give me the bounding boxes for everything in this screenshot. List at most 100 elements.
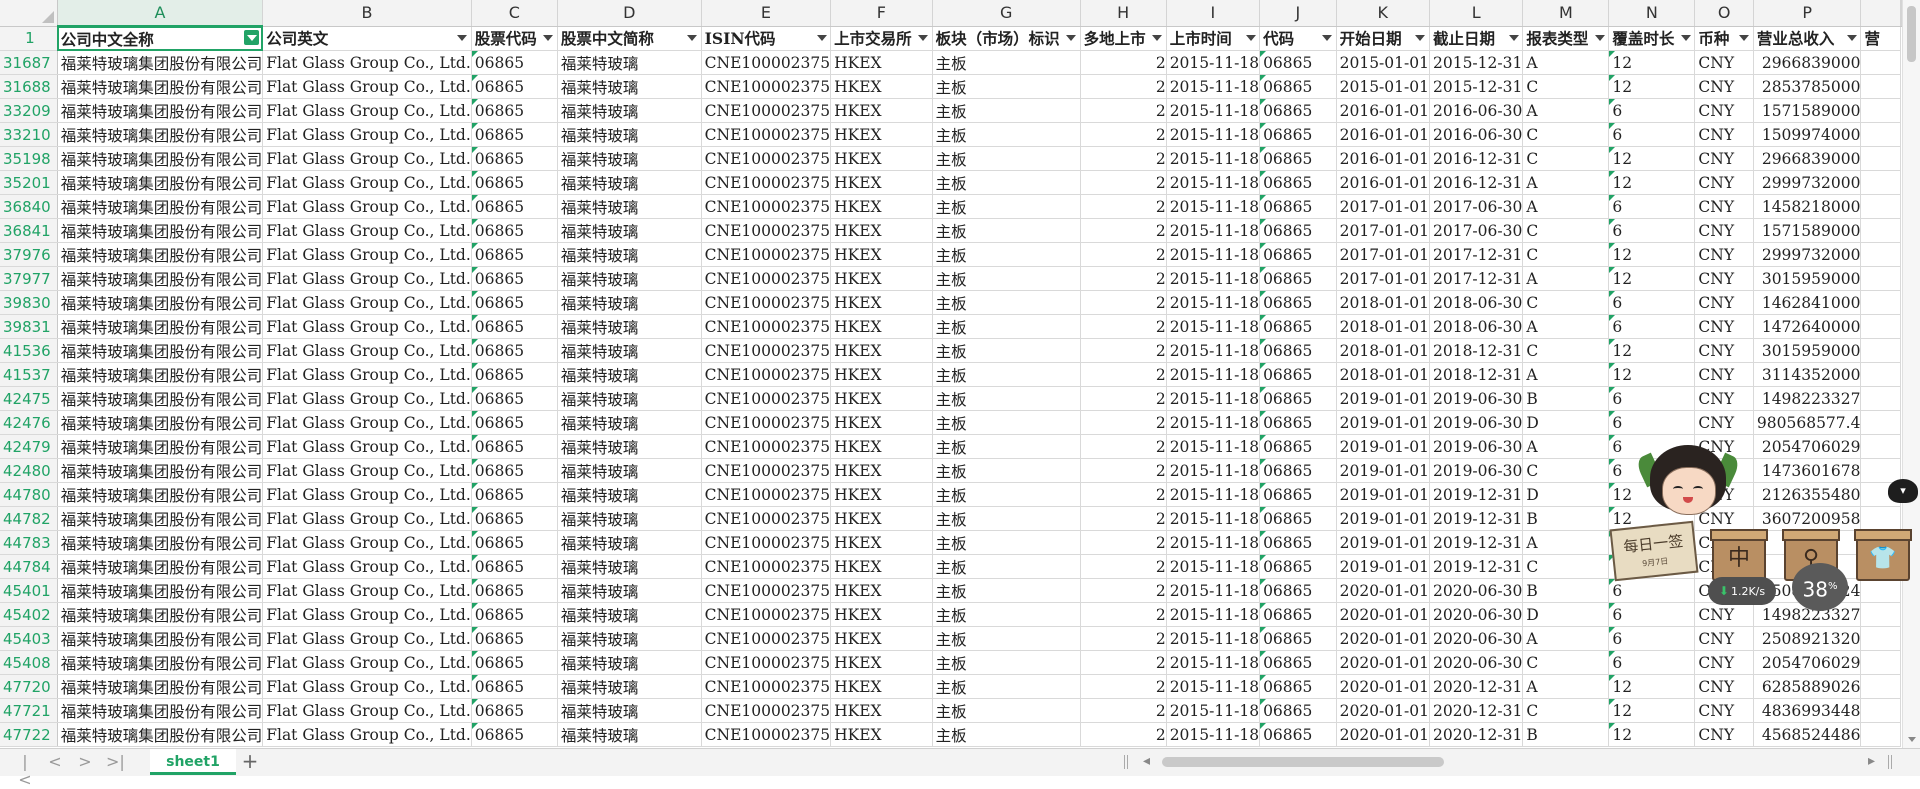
vertical-scrollbar[interactable] [1902,0,1920,748]
cell-end-date[interactable]: 2018-06-30 [1429,314,1524,339]
row-number[interactable]: 36841 [0,218,58,243]
cell-end-date[interactable]: 2020-12-31 [1429,722,1524,747]
cell-company-cn[interactable]: 福莱特玻璃集团股份有限公司 [57,698,264,723]
cell-exchange[interactable]: HKEX [830,242,933,267]
cell-board[interactable]: 主板 [932,506,1081,531]
header-cell[interactable]: 上市交易所 [830,26,933,51]
cell-listing-date[interactable]: 2015-11-18 [1166,530,1261,555]
cell-end-date[interactable]: 2020-06-30 [1429,578,1524,603]
row-number[interactable]: 42475 [0,386,58,411]
cell-start-date[interactable]: 2020-01-01 [1336,626,1430,651]
column-letter-b[interactable]: B [262,0,472,27]
cell-short-name[interactable]: 福莱特玻璃 [557,530,702,555]
cell-company-en[interactable]: Flat Glass Group Co., Ltd. [262,434,472,459]
cell-isin[interactable]: CNE100002375 [701,650,832,675]
cell-coverage[interactable]: 6 [1608,650,1696,675]
cell-exchange[interactable]: HKEX [830,314,933,339]
cell-code[interactable]: 06865 [1259,458,1337,483]
cell-report-type[interactable]: A [1522,98,1610,123]
cell-currency[interactable]: CNY [1694,626,1754,651]
cell-multi-listing[interactable]: 2 [1080,410,1167,435]
cell-short-name[interactable]: 福莱特玻璃 [557,98,702,123]
cell-short-name[interactable]: 福莱特玻璃 [557,338,702,363]
cell-currency[interactable]: CNY [1694,194,1754,219]
cell-stock-code[interactable]: 06865 [471,530,558,555]
row-number[interactable]: 47720 [0,674,58,699]
column-letter-f[interactable]: F [830,0,933,27]
cell-company-cn[interactable]: 福莱特玻璃集团股份有限公司 [57,218,264,243]
header-cell[interactable]: 公司中文全称 [57,26,264,51]
cell-short-name[interactable]: 福莱特玻璃 [557,74,702,99]
cell-blank[interactable] [1860,242,1901,267]
cell-isin[interactable]: CNE100002375 [701,338,832,363]
cell-blank[interactable] [1860,386,1901,411]
row-number[interactable]: 47722 [0,722,58,747]
cell-stock-code[interactable]: 06865 [471,722,558,747]
cell-currency[interactable]: CNY [1694,338,1754,363]
cell-exchange[interactable]: HKEX [830,602,933,627]
cell-board[interactable]: 主板 [932,194,1081,219]
cell-revenue[interactable]: 2966839000 [1753,146,1862,171]
cell-code[interactable]: 06865 [1259,578,1337,603]
cell-company-en[interactable]: Flat Glass Group Co., Ltd. [262,266,472,291]
cell-blank[interactable] [1860,74,1901,99]
cell-listing-date[interactable]: 2015-11-18 [1166,362,1261,387]
cell-report-type[interactable]: A [1522,194,1610,219]
row-number[interactable]: 42480 [0,458,58,483]
scroll-right-icon[interactable]: ▸ [1868,753,1875,769]
cell-company-en[interactable]: Flat Glass Group Co., Ltd. [262,506,472,531]
row-number[interactable]: 33210 [0,122,58,147]
cell-report-type[interactable]: B [1522,578,1610,603]
cell-short-name[interactable]: 福莱特玻璃 [557,458,702,483]
cell-short-name[interactable]: 福莱特玻璃 [557,170,702,195]
cell-board[interactable]: 主板 [932,170,1081,195]
cell-start-date[interactable]: 2019-01-01 [1336,506,1430,531]
cell-code[interactable]: 06865 [1259,122,1337,147]
filter-dropdown-icon[interactable] [1152,33,1163,44]
cell-exchange[interactable]: HKEX [830,338,933,363]
split-handle-right-icon[interactable] [1888,755,1892,769]
cell-report-type[interactable]: C [1522,74,1610,99]
cell-code[interactable]: 06865 [1259,266,1337,291]
cell-coverage[interactable]: 6 [1608,218,1696,243]
cell-revenue[interactable]: 2999732000 [1753,242,1862,267]
cell-start-date[interactable]: 2019-01-01 [1336,554,1430,579]
cell-board[interactable]: 主板 [932,338,1081,363]
cell-short-name[interactable]: 福莱特玻璃 [557,242,702,267]
cell-company-cn[interactable]: 福莱特玻璃集团股份有限公司 [57,194,264,219]
cell-multi-listing[interactable]: 2 [1080,602,1167,627]
cell-blank[interactable] [1860,266,1901,291]
cell-company-en[interactable]: Flat Glass Group Co., Ltd. [262,650,472,675]
row-number[interactable]: 45408 [0,650,58,675]
filter-dropdown-icon[interactable] [457,33,468,44]
cell-isin[interactable]: CNE100002375 [701,722,832,747]
cell-isin[interactable]: CNE100002375 [701,554,832,579]
cell-listing-date[interactable]: 2015-11-18 [1166,242,1261,267]
cell-isin[interactable]: CNE100002375 [701,146,832,171]
cell-company-cn[interactable]: 福莱特玻璃集团股份有限公司 [57,146,264,171]
cell-multi-listing[interactable]: 2 [1080,458,1167,483]
cell-start-date[interactable]: 2017-01-01 [1336,242,1430,267]
cell-board[interactable]: 主板 [932,290,1081,315]
row-number[interactable]: 37976 [0,242,58,267]
cell-code[interactable]: 06865 [1259,698,1337,723]
cell-exchange[interactable]: HKEX [830,362,933,387]
header-cell[interactable]: 上市时间 [1166,26,1261,51]
cell-currency[interactable]: CNY [1694,362,1754,387]
cell-stock-code[interactable]: 06865 [471,674,558,699]
cell-start-date[interactable]: 2018-01-01 [1336,290,1430,315]
cell-blank[interactable] [1860,314,1901,339]
cell-company-cn[interactable]: 福莱特玻璃集团股份有限公司 [57,122,264,147]
row-number[interactable]: 44780 [0,482,58,507]
cell-code[interactable]: 06865 [1259,410,1337,435]
cell-short-name[interactable]: 福莱特玻璃 [557,266,702,291]
cell-board[interactable]: 主板 [932,626,1081,651]
cell-blank[interactable] [1860,50,1901,75]
cell-stock-code[interactable]: 06865 [471,410,558,435]
cell-revenue[interactable]: 1458218000 [1753,194,1862,219]
cell-isin[interactable]: CNE100002375 [701,674,832,699]
cell-start-date[interactable]: 2020-01-01 [1336,650,1430,675]
cell-start-date[interactable]: 2019-01-01 [1336,410,1430,435]
cell-multi-listing[interactable]: 2 [1080,266,1167,291]
cell-start-date[interactable]: 2019-01-01 [1336,530,1430,555]
